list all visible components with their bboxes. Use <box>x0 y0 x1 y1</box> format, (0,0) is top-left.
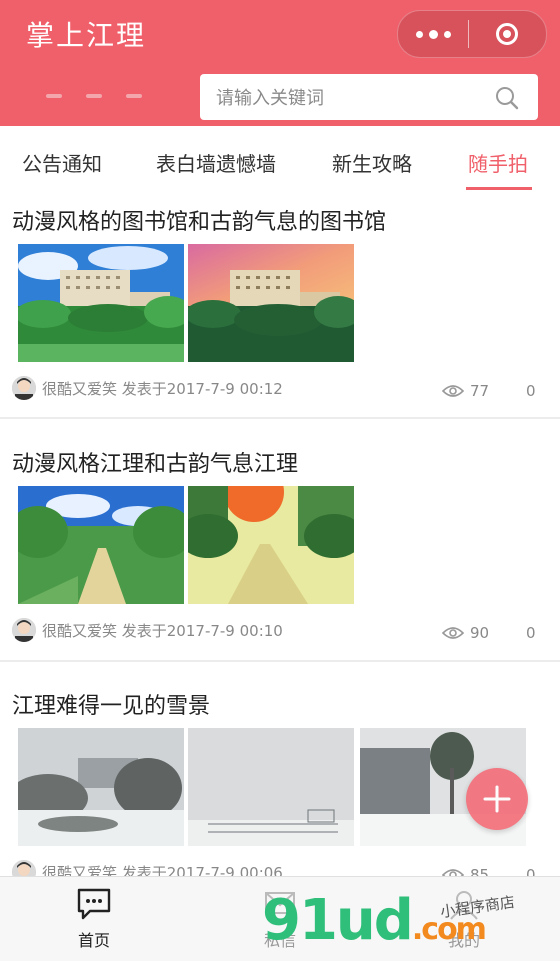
plus-icon <box>483 785 511 813</box>
views-value: 77 <box>470 382 490 400</box>
avatar[interactable] <box>12 376 36 400</box>
post-card[interactable]: 动漫风格的图书馆和古韵气息的图书馆 很酷又爱笑 发表于2017-7-9 00:1… <box>0 198 560 418</box>
views-value: 90 <box>470 624 490 642</box>
search-icon[interactable] <box>494 85 520 111</box>
add-post-button[interactable] <box>466 768 528 830</box>
post-image[interactable] <box>18 244 184 362</box>
view-count: 90 <box>442 624 489 642</box>
author-line: 很酷又爱笑 发表于2017-7-9 00:12 <box>42 379 283 398</box>
tab-freshman-guide[interactable]: 新生攻略 <box>332 148 412 177</box>
post-title[interactable]: 动漫风格江理和古韵气息江理 <box>12 446 298 478</box>
post-image[interactable] <box>18 486 184 604</box>
eye-icon <box>442 627 464 639</box>
author-line: 很酷又爱笑 发表于2017-7-9 00:10 <box>42 621 283 640</box>
comment-count: 0 <box>526 382 536 400</box>
tab-announcements[interactable]: 公告通知 <box>22 148 102 177</box>
mini-program-capsule <box>397 10 547 58</box>
search-input[interactable] <box>214 82 478 114</box>
nav-home-label: 首页 <box>77 931 110 950</box>
more-icon[interactable] <box>398 29 468 39</box>
post-image[interactable] <box>188 486 354 604</box>
category-tabs: 公告通知 表白墙遗憾墙 新生攻略 随手拍 <box>0 126 560 199</box>
eye-icon <box>442 385 464 397</box>
post-divider <box>0 417 560 419</box>
tab-snapshots[interactable]: 随手拍 <box>468 148 528 177</box>
view-count: 77 <box>442 382 489 400</box>
search-bar[interactable] <box>200 74 538 120</box>
chat-bubble-icon <box>77 888 111 920</box>
tab-confession-wall[interactable]: 表白墙遗憾墙 <box>156 148 276 177</box>
app-header: 掌上江理 <box>0 0 560 126</box>
close-icon[interactable] <box>469 23 545 45</box>
active-tab-indicator <box>466 187 532 190</box>
comment-count: 0 <box>526 624 536 642</box>
post-card[interactable]: 动漫风格江理和古韵气息江理 很酷又爱笑 发表于2017-7-9 00:10 90… <box>0 440 560 660</box>
avatar[interactable] <box>12 618 36 642</box>
post-title[interactable]: 江理难得一见的雪景 <box>12 688 210 720</box>
header-indicator-dashes <box>46 94 142 98</box>
post-image[interactable] <box>188 728 354 846</box>
post-image[interactable] <box>18 728 184 846</box>
post-meta: 很酷又爱笑 发表于2017-7-9 00:10 <box>12 618 283 642</box>
post-meta: 很酷又爱笑 发表于2017-7-9 00:12 <box>12 376 283 400</box>
nav-home[interactable]: 首页 <box>34 887 154 951</box>
post-title[interactable]: 动漫风格的图书馆和古韵气息的图书馆 <box>12 204 386 236</box>
post-divider <box>0 660 560 662</box>
post-image[interactable] <box>188 244 354 362</box>
app-title: 掌上江理 <box>26 19 147 52</box>
